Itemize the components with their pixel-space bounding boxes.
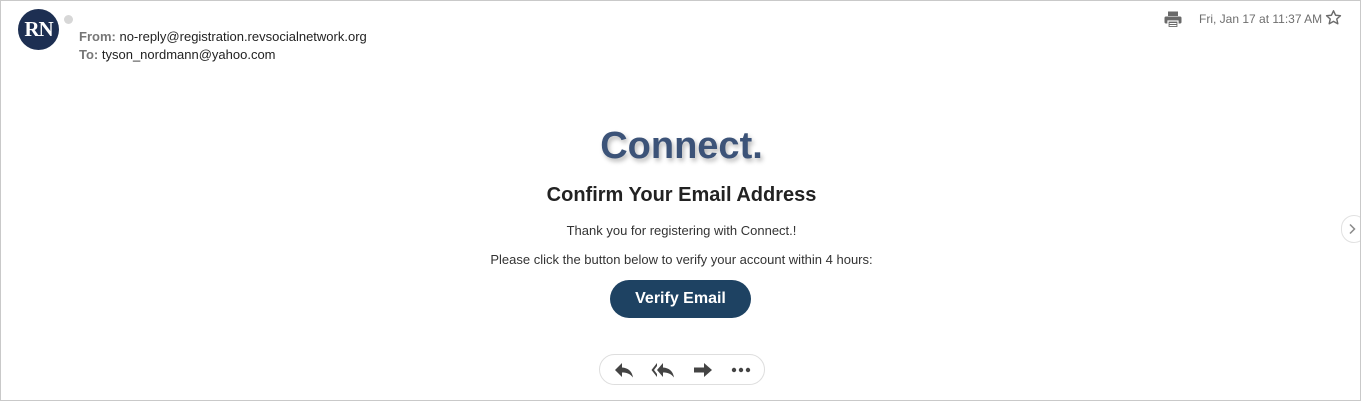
verify-email-button[interactable]: Verify Email [610,280,751,318]
star-icon[interactable] [1325,9,1342,26]
reply-icon [615,363,633,378]
message-timestamp: Fri, Jan 17 at 11:37 AM [1199,12,1323,26]
reply-all-icon [651,363,674,378]
sender-avatar[interactable]: RN [18,9,59,50]
forward-icon [694,363,712,377]
from-line: From: no-reply@registration.revsocialnet… [79,29,367,44]
instruction-text: Please click the button below to verify … [490,252,873,267]
thank-you-text: Thank you for registering with Connect.! [566,223,797,238]
message-action-bar [599,354,765,385]
read-status-dot[interactable] [64,15,73,24]
avatar-initials: RN [24,17,53,41]
email-message-pane: RN From: no-reply@registration.revsocial… [0,0,1361,401]
brand-title: Connect. [600,125,763,167]
more-button[interactable] [729,361,753,379]
reply-all-button[interactable] [651,361,675,379]
to-line: To: tyson_nordmann@yahoo.com [79,47,276,62]
print-icon[interactable] [1164,11,1182,29]
to-address[interactable]: tyson_nordmann@yahoo.com [102,47,276,62]
email-headline: Confirm Your Email Address [546,184,817,206]
from-address[interactable]: no-reply@registration.revsocialnetwork.o… [119,29,366,44]
to-label: To: [79,47,99,62]
from-label: From: [79,29,116,44]
more-icon [731,367,751,373]
forward-button[interactable] [691,361,715,379]
reply-button[interactable] [612,361,636,379]
